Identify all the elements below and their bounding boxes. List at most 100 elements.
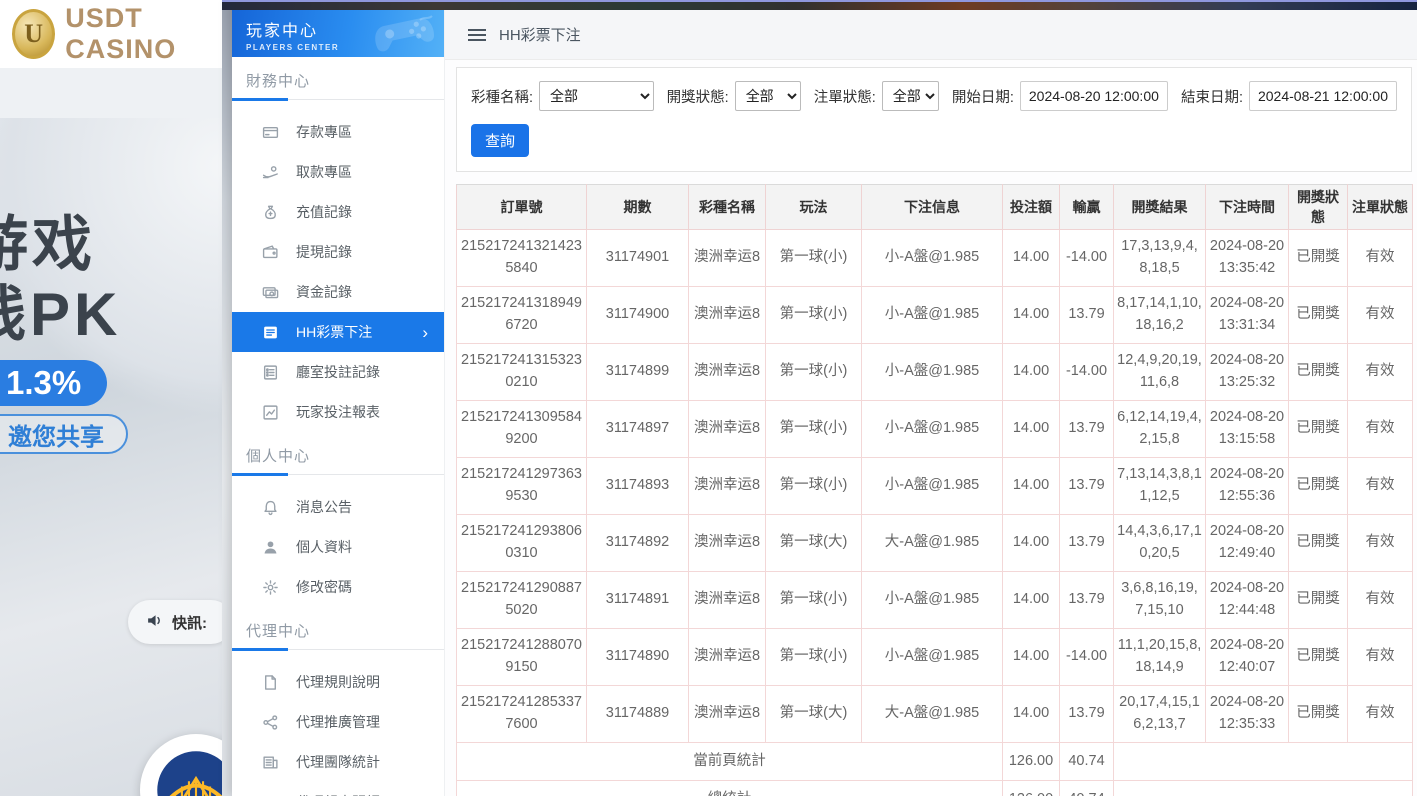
promo-text-line2: 线PK	[0, 266, 121, 353]
share-icon	[262, 714, 279, 731]
sidebar-item[interactable]: 代理報表明細	[232, 782, 444, 796]
sidebar-item[interactable]: 充值記錄	[232, 192, 444, 232]
table-cell: 14.00	[1003, 230, 1060, 287]
table-cell: 第一球(大)	[766, 686, 862, 743]
order-status-label: 注單狀態:	[814, 86, 876, 107]
lottery-name-label: 彩種名稱:	[471, 86, 533, 107]
table-cell: 2024-08-20 13:35:42	[1206, 230, 1289, 287]
section-underline	[232, 649, 444, 650]
start-date-label: 開始日期:	[952, 86, 1014, 107]
table-cell: 6,12,14,19,4,2,15,8	[1114, 401, 1206, 458]
end-date-input[interactable]	[1249, 81, 1397, 111]
filter-panel: 彩種名稱: 全部 開獎狀態: 全部 注單狀態: 全部 開始日期: 結束日期: 查…	[456, 67, 1412, 172]
table-header-cell: 彩種名稱	[689, 185, 766, 230]
menu-toggle-icon[interactable]	[468, 29, 486, 41]
table-row: 215217241315323021031174899澳洲幸运8第一球(小)小-…	[457, 344, 1413, 401]
table-header-cell: 玩法	[766, 185, 862, 230]
table-cell: 2152172413189496720	[457, 287, 587, 344]
top-banner-strip	[222, 0, 1417, 10]
table-cell: 31174891	[587, 572, 689, 629]
section-title: 個人中心	[246, 445, 444, 466]
sidebar-item[interactable]: 提現記錄	[232, 232, 444, 272]
table-header-cell: 下注時間	[1206, 185, 1289, 230]
table-cell: 2152172412880709150	[457, 629, 587, 686]
table-cell: 大-A盤@1.985	[862, 515, 1003, 572]
table-cell: 小-A盤@1.985	[862, 344, 1003, 401]
table-header-cell: 開獎結果	[1114, 185, 1206, 230]
table-cell: 2152172412908875020	[457, 572, 587, 629]
table-cell: 澳洲幸运8	[689, 572, 766, 629]
sidebar-item[interactable]: 個人資料	[232, 527, 444, 567]
table-cell: 7,13,14,3,8,11,12,5	[1114, 458, 1206, 515]
summary-winloss-total: 40.74	[1060, 781, 1114, 796]
sidebar-item[interactable]: 取款專區	[232, 152, 444, 192]
sidebar-item[interactable]: 消息公告	[232, 487, 444, 527]
table-cell: 14.00	[1003, 686, 1060, 743]
table-cell: 2152172412973639530	[457, 458, 587, 515]
table-cell: 已開獎	[1289, 230, 1348, 287]
sidebar-item[interactable]: 存款專區	[232, 112, 444, 152]
table-cell: 第一球(小)	[766, 287, 862, 344]
table-cell: 第一球(小)	[766, 458, 862, 515]
start-date-input[interactable]	[1020, 81, 1168, 111]
table-cell: 小-A盤@1.985	[862, 458, 1003, 515]
table-cell: 14,4,3,6,17,10,20,5	[1114, 515, 1206, 572]
page-header: HH彩票下注	[445, 10, 1417, 60]
table-cell: 2024-08-20 13:15:58	[1206, 401, 1289, 458]
players-center-panel: 玩家中心 PLAYERS CENTER	[232, 0, 1417, 796]
withdraw-hand-icon	[262, 164, 279, 181]
table-cell: 澳洲幸运8	[689, 287, 766, 344]
basketball-team-logo-icon	[152, 746, 232, 796]
table-cell: 有效	[1348, 458, 1413, 515]
sidebar-item[interactable]: 資金記錄	[232, 272, 444, 312]
news-ticker[interactable]: 快訊:	[128, 600, 232, 644]
table-cell: 31174889	[587, 686, 689, 743]
summary-bet-total: 126.00	[1003, 781, 1060, 796]
table-cell: 14.00	[1003, 344, 1060, 401]
table-cell: 13.79	[1060, 458, 1114, 515]
sidebar-item[interactable]: 玩家投注報表	[232, 392, 444, 432]
table-cell: 31174890	[587, 629, 689, 686]
clipboard-list-icon	[262, 364, 279, 381]
sidebar-item[interactable]: 廳室投註記錄	[232, 352, 444, 392]
table-cell: 澳洲幸运8	[689, 515, 766, 572]
table-row: 215217241318949672031174900澳洲幸运8第一球(小)小-…	[457, 287, 1413, 344]
sidebar-item[interactable]: 代理規則說明	[232, 662, 444, 702]
table-cell: 13.79	[1060, 515, 1114, 572]
search-button[interactable]: 查詢	[471, 124, 529, 157]
sidebar-item[interactable]: 代理團隊統計	[232, 742, 444, 782]
table-cell: 12,4,9,20,19,11,6,8	[1114, 344, 1206, 401]
sidebar-item-label: 代理報表明細	[296, 792, 380, 796]
table-cell: 31174901	[587, 230, 689, 287]
table-cell: 已開獎	[1289, 401, 1348, 458]
sidebar-item-label: 存款專區	[296, 122, 352, 142]
table-cell: 小-A盤@1.985	[862, 629, 1003, 686]
table-cell: 有效	[1348, 344, 1413, 401]
gamepad-icon	[368, 12, 440, 57]
order-status-select[interactable]: 全部	[882, 81, 939, 111]
table-cell: 13.79	[1060, 572, 1114, 629]
table-cell: 澳洲幸运8	[689, 401, 766, 458]
usdt-casino-logo[interactable]: U USDT CASINO	[12, 3, 232, 65]
sidebar-item[interactable]: 代理推廣管理	[232, 702, 444, 742]
table-cell: 2024-08-20 12:49:40	[1206, 515, 1289, 572]
table-header-row: 訂單號期數彩種名稱玩法下注信息投注額輸贏開獎結果下注時間開獎狀態注單狀態	[457, 185, 1413, 230]
person-icon	[262, 539, 279, 556]
table-header-cell: 輸贏	[1060, 185, 1114, 230]
site-subheader-band	[0, 68, 232, 118]
team-stats-icon	[262, 754, 279, 771]
summary-label: 總統計	[457, 781, 1003, 796]
bell-icon	[262, 499, 279, 516]
table-cell: 2152172413095849200	[457, 401, 587, 458]
sidebar: 玩家中心 PLAYERS CENTER	[232, 10, 445, 796]
sidebar-item[interactable]: HH彩票下注›	[232, 312, 444, 352]
draw-status-select[interactable]: 全部	[735, 81, 801, 111]
table-row: 215217241290887502031174891澳洲幸运8第一球(小)小-…	[457, 572, 1413, 629]
lottery-name-select[interactable]: 全部	[539, 81, 654, 111]
table-cell: 31174899	[587, 344, 689, 401]
table-cell: 14.00	[1003, 629, 1060, 686]
table-cell: 31174893	[587, 458, 689, 515]
sidebar-item[interactable]: 修改密碼	[232, 567, 444, 607]
sidebar-item-label: 提現記錄	[296, 242, 352, 262]
ticker-label: 快訊:	[172, 612, 207, 633]
